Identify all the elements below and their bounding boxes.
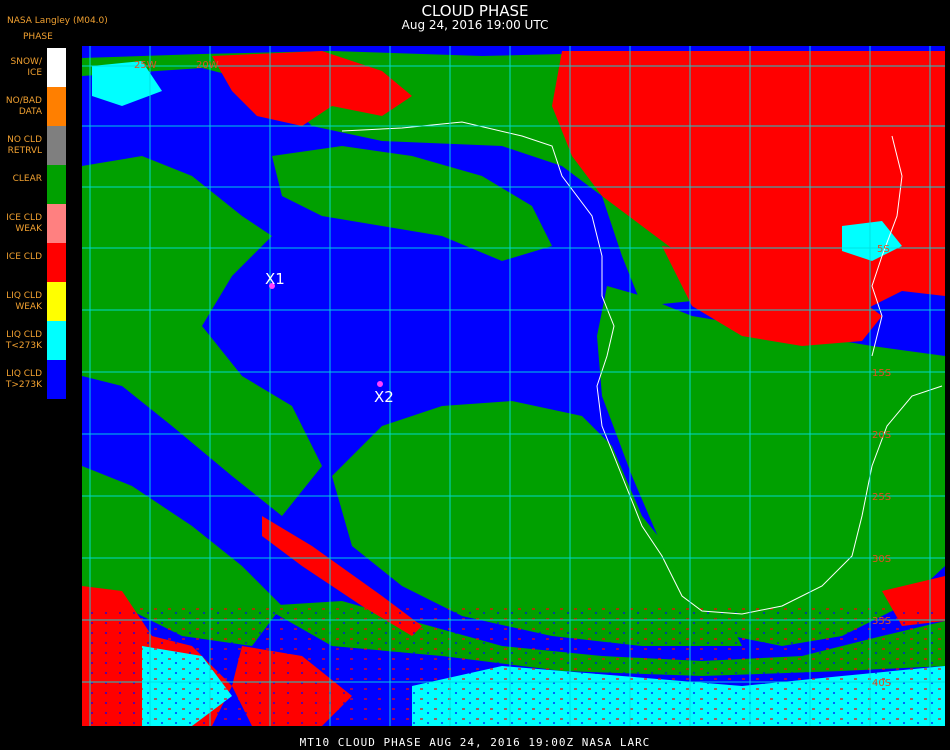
legend-item-ice-cld: ICE CLD bbox=[0, 243, 66, 282]
legend-swatch bbox=[47, 87, 66, 126]
legend-swatch bbox=[47, 204, 66, 243]
speckle-texture bbox=[82, 606, 945, 726]
legend-item-no-bad-data: NO/BAD DATA bbox=[0, 87, 66, 126]
lat-label: 25S bbox=[872, 492, 891, 503]
legend-item-clear: CLEAR bbox=[0, 165, 66, 204]
legend-item-liq-cld-weak: LIQ CLD WEAK bbox=[0, 282, 66, 321]
footer-caption: MT10 CLOUD PHASE AUG 24, 2016 19:00Z NAS… bbox=[299, 736, 651, 749]
legend-label: SNOW/ ICE bbox=[10, 57, 42, 78]
legend-title: PHASE bbox=[23, 32, 53, 42]
legend-label: CLEAR bbox=[12, 174, 42, 184]
lat-label: 35S bbox=[872, 616, 891, 627]
lat-label: 5S bbox=[877, 244, 890, 255]
legend-swatch bbox=[47, 282, 66, 321]
legend-item-liq-cld-cold: LIQ CLD T<273K bbox=[0, 321, 66, 360]
lon-label: 20W bbox=[196, 60, 219, 71]
legend-label: ICE CLD WEAK bbox=[6, 213, 42, 234]
legend-label: LIQ CLD T<273K bbox=[5, 330, 42, 351]
legend-item-no-cld-retrvl: NO CLD RETRVL bbox=[0, 126, 66, 165]
legend-swatch bbox=[47, 48, 66, 87]
legend-swatch bbox=[47, 321, 66, 360]
lat-label: 15S bbox=[872, 368, 891, 379]
marker-x1-label: X1 bbox=[265, 270, 285, 288]
legend-swatch bbox=[47, 243, 66, 282]
legend-label: LIQ CLD T>273K bbox=[5, 369, 42, 390]
lat-label: 20S bbox=[872, 430, 891, 441]
lat-label: 40S bbox=[872, 678, 891, 689]
legend-label: NO/BAD DATA bbox=[5, 96, 42, 117]
legend-swatch bbox=[47, 126, 66, 165]
timestamp: Aug 24, 2016 19:00 UTC bbox=[401, 18, 549, 32]
legend-label: ICE CLD bbox=[6, 252, 42, 262]
lat-label: 30S bbox=[872, 554, 891, 565]
brand-label: NASA Langley (M04.0) bbox=[7, 16, 108, 26]
lon-label: 25W bbox=[134, 60, 157, 71]
legend-label: NO CLD RETRVL bbox=[7, 135, 42, 156]
legend: SNOW/ ICE NO/BAD DATA NO CLD RETRVL CLEA… bbox=[0, 48, 66, 399]
legend-swatch bbox=[47, 360, 66, 399]
legend-swatch bbox=[47, 165, 66, 204]
legend-item-snow-ice: SNOW/ ICE bbox=[0, 48, 66, 87]
legend-item-ice-cld-weak: ICE CLD WEAK bbox=[0, 204, 66, 243]
legend-label: LIQ CLD WEAK bbox=[6, 291, 42, 312]
marker-x2-label: X2 bbox=[374, 388, 394, 406]
legend-item-liq-cld-warm: LIQ CLD T>273K bbox=[0, 360, 66, 399]
marker-x2-dot bbox=[377, 381, 383, 387]
cloud-phase-map: 25W 20W 5S 15S 20S 25S 30S 35S 40S X1 X2 bbox=[82, 46, 945, 726]
